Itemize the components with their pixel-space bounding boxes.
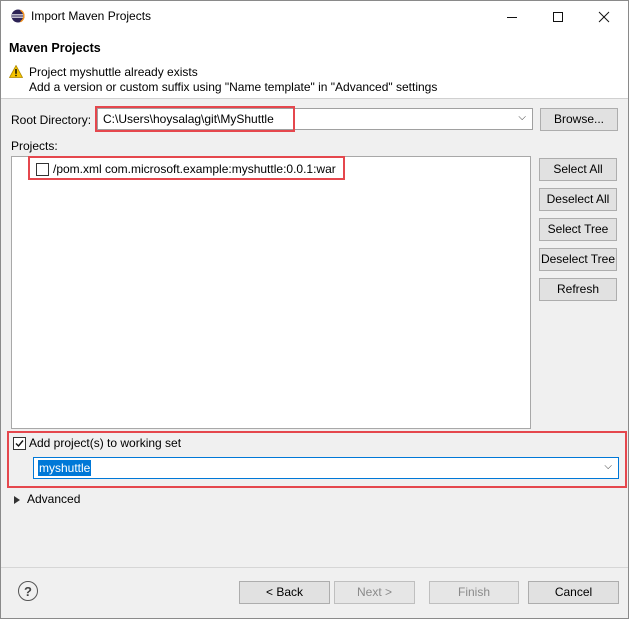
select-tree-button[interactable]: Select Tree bbox=[539, 218, 617, 241]
minimize-button[interactable] bbox=[489, 1, 535, 32]
deselect-tree-button[interactable]: Deselect Tree bbox=[539, 248, 617, 271]
window-title: Import Maven Projects bbox=[31, 9, 152, 23]
highlight-working-set bbox=[7, 431, 627, 488]
chevron-down-icon[interactable]: ⌵ bbox=[518, 112, 526, 123]
close-button[interactable] bbox=[581, 1, 627, 32]
back-button[interactable]: < Back bbox=[239, 581, 330, 604]
footer-divider bbox=[1, 567, 628, 568]
highlight-root-directory bbox=[95, 106, 295, 132]
refresh-button[interactable]: Refresh bbox=[539, 278, 617, 301]
page-title: Maven Projects bbox=[9, 41, 101, 55]
advanced-toggle[interactable]: Advanced bbox=[27, 492, 80, 506]
wizard-header: Maven Projects Project myshuttle already… bbox=[1, 32, 628, 99]
minimize-icon bbox=[507, 16, 517, 18]
projects-label: Projects: bbox=[11, 139, 58, 153]
cancel-button[interactable]: Cancel bbox=[528, 581, 619, 604]
expand-arrow-icon[interactable] bbox=[14, 496, 20, 504]
next-button[interactable]: Next > bbox=[334, 581, 415, 604]
deselect-all-button[interactable]: Deselect All bbox=[539, 188, 617, 211]
warning-detail: Add a version or custom suffix using "Na… bbox=[29, 80, 438, 94]
import-maven-projects-dialog: Import Maven Projects Maven Projects Pro… bbox=[0, 0, 629, 619]
root-directory-label: Root Directory: bbox=[11, 113, 92, 127]
warning-message: Project myshuttle already exists bbox=[29, 65, 198, 79]
help-icon[interactable]: ? bbox=[18, 581, 38, 601]
maximize-icon bbox=[553, 11, 563, 22]
close-icon bbox=[598, 11, 610, 22]
finish-button[interactable]: Finish bbox=[429, 581, 519, 604]
highlight-project-item bbox=[28, 156, 345, 180]
projects-tree[interactable]: /pom.xml com.microsoft.example:myshuttle… bbox=[11, 156, 531, 429]
browse-button[interactable]: Browse... bbox=[540, 108, 618, 131]
warning-icon bbox=[9, 65, 23, 78]
maximize-button[interactable] bbox=[535, 1, 581, 32]
eclipse-app-icon bbox=[11, 9, 25, 23]
select-all-button[interactable]: Select All bbox=[539, 158, 617, 181]
title-bar: Import Maven Projects bbox=[1, 1, 628, 32]
